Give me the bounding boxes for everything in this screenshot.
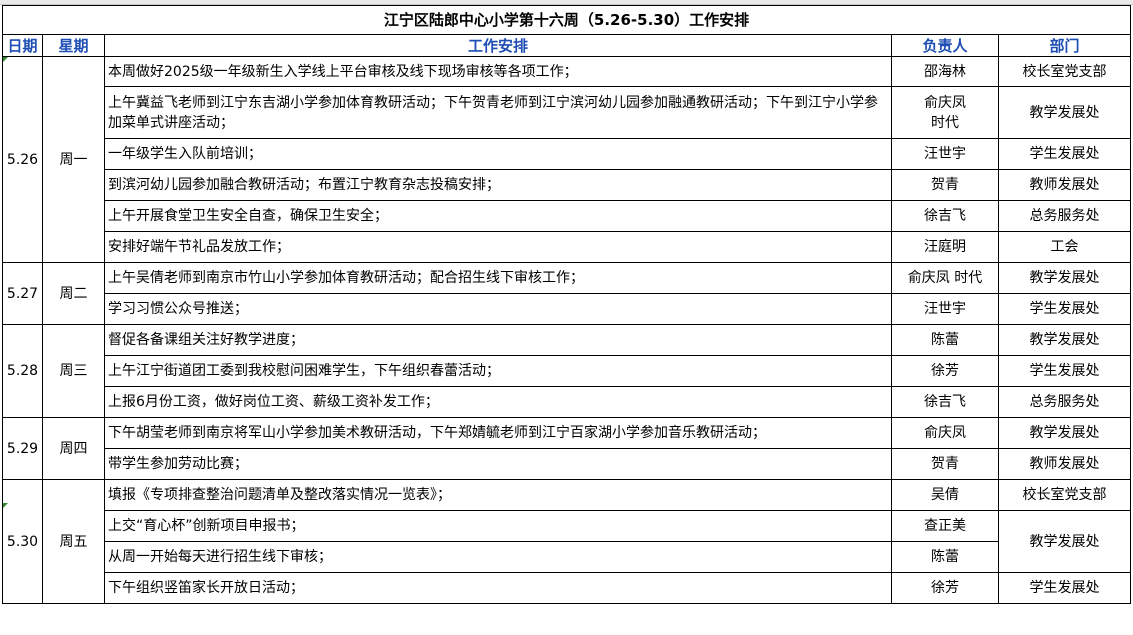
dept-cell[interactable]: 学生发展处 — [997, 572, 1132, 604]
table-row: 5.26 周一 本周做好2025级一年级新生入学线上平台审核及线下现场审核等各项… — [2, 56, 1132, 263]
table-row: 上午冀益飞老师到江宁东吉湖小学参加体育教研活动；下午贺青老师到江宁滨河幼儿园参加… — [3, 86, 1132, 139]
dept-cell[interactable]: 教学发展处 — [997, 86, 1132, 139]
table-row: 5.30 周五 填报《专项排查整治问题清单及整改落实情况一览表》； 吴倩 校长室… — [2, 479, 1132, 604]
dept-cell[interactable]: 教学发展处 — [997, 262, 1132, 294]
header-owner[interactable]: 负责人 — [891, 34, 999, 57]
cell-marker-icon — [3, 57, 8, 62]
dept-cell[interactable]: 总务服务处 — [997, 386, 1132, 418]
dept-cell[interactable]: 教学发展处 — [997, 510, 1132, 573]
task-cell[interactable]: 上午吴倩老师到南京市竹山小学参加体育教研活动；配合招生线下审核工作； — [104, 262, 892, 294]
task-cell[interactable]: 上交“育心杯”创新项目申报书； — [104, 510, 892, 542]
table-row: 学习习惯公众号推送； 汪世宇 学生发展处 — [3, 293, 1132, 325]
schedule-table: 江宁区陆郎中心小学第十六周（5.26-5.30）工作安排 日期 星期 工作安排 … — [1, 5, 1132, 604]
owner-cell[interactable]: 汪世宇 — [891, 138, 999, 170]
owner-cell[interactable]: 徐吉飞 — [891, 200, 999, 232]
owner-cell[interactable]: 陈蕾 — [891, 324, 999, 356]
table-row: 下午组织竖笛家长开放日活动； 徐芳 学生发展处 — [3, 572, 1132, 604]
owner-cell[interactable]: 俞庆凤 时代 — [891, 262, 999, 294]
task-cell[interactable]: 下午胡莹老师到南京将军山小学参加美术教研活动，下午郑婧毓老师到江宁百家湖小学参加… — [104, 417, 892, 449]
dept-cell[interactable]: 学生发展处 — [997, 355, 1132, 387]
dept-cell[interactable]: 校长室党支部 — [997, 479, 1132, 511]
owner-cell[interactable]: 查正美 — [891, 510, 999, 542]
task-cell[interactable]: 安排好端午节礼品发放工作； — [104, 231, 892, 263]
table-row: 5.29 周四 下午胡莹老师到南京将军山小学参加美术教研活动，下午郑婧毓老师到江… — [2, 417, 1132, 480]
weekday-cell[interactable]: 周四 — [42, 417, 105, 480]
sheet-title[interactable]: 江宁区陆郎中心小学第十六周（5.26-5.30）工作安排 — [1, 5, 1132, 35]
table-row: 从周一开始每天进行招生线下审核； 陈蕾 — [3, 541, 1131, 573]
task-cell[interactable]: 带学生参加劳动比赛； — [104, 448, 892, 480]
table-row: 上报6月份工资，做好岗位工资、薪级工资补发工作； 徐吉飞 总务服务处 — [3, 386, 1132, 418]
date-cell[interactable]: 5.26 — [2, 56, 43, 263]
header-weekday[interactable]: 星期 — [42, 34, 105, 57]
table-row: 上午江宁街道团工委到我校慰问困难学生，下午组织春蕾活动； 徐芳 学生发展处 — [3, 355, 1132, 387]
task-cell[interactable]: 上午江宁街道团工委到我校慰问困难学生，下午组织春蕾活动； — [104, 355, 892, 387]
dept-cell[interactable]: 校长室党支部 — [997, 56, 1132, 87]
task-cell[interactable]: 一年级学生入队前培训； — [104, 138, 892, 170]
date-cell[interactable]: 5.30 — [2, 479, 43, 604]
owner-cell[interactable]: 汪庭明 — [891, 231, 999, 263]
task-cell[interactable]: 上午冀益飞老师到江宁东吉湖小学参加体育教研活动；下午贺青老师到江宁滨河幼儿园参加… — [104, 86, 892, 139]
task-cell[interactable]: 上午开展食堂卫生安全自查，确保卫生安全； — [104, 200, 892, 232]
dept-cell[interactable]: 教学发展处 — [997, 324, 1132, 356]
dept-cell[interactable]: 教师发展处 — [997, 448, 1132, 480]
owner-cell[interactable]: 徐芳 — [891, 355, 999, 387]
cell-marker-icon — [3, 503, 8, 508]
date-cell[interactable]: 5.29 — [2, 417, 43, 480]
dept-cell[interactable]: 学生发展处 — [997, 138, 1132, 170]
table-row: 安排好端午节礼品发放工作； 汪庭明 工会 — [3, 231, 1132, 263]
owner-cell[interactable]: 陈蕾 — [891, 541, 999, 573]
header-task[interactable]: 工作安排 — [104, 34, 892, 57]
owner-cell[interactable]: 徐吉飞 — [891, 386, 999, 418]
task-cell[interactable]: 督促各备课组关注好教学进度； — [104, 324, 892, 356]
spreadsheet: 江宁区陆郎中心小学第十六周（5.26-5.30）工作安排 日期 星期 工作安排 … — [0, 0, 1133, 635]
owner-cell[interactable]: 贺青 — [891, 169, 999, 201]
owner-cell[interactable]: 吴倩 — [891, 479, 999, 511]
dept-cell[interactable]: 学生发展处 — [997, 293, 1132, 325]
dept-cell[interactable]: 总务服务处 — [997, 200, 1132, 232]
table-row: 5.28 周三 督促各备课组关注好教学进度； 陈蕾 教学发展处 — [2, 324, 1132, 418]
owner-cell[interactable]: 贺青 — [891, 448, 999, 480]
owner-cell[interactable]: 徐芳 — [891, 572, 999, 604]
task-cell[interactable]: 学习习惯公众号推送； — [104, 293, 892, 325]
weekday-cell[interactable]: 周一 — [42, 56, 105, 263]
dept-cell[interactable]: 教师发展处 — [997, 169, 1132, 201]
task-cell[interactable]: 本周做好2025级一年级新生入学线上平台审核及线下现场审核等各项工作； — [104, 56, 892, 87]
weekday-cell[interactable]: 周三 — [42, 324, 105, 418]
header-date[interactable]: 日期 — [2, 34, 43, 57]
weekday-cell[interactable]: 周五 — [42, 479, 105, 604]
table-row: 一年级学生入队前培训； 汪世宇 学生发展处 — [3, 138, 1132, 170]
table-row: 5.27 周二 上午吴倩老师到南京市竹山小学参加体育教研活动；配合招生线下审核工… — [2, 262, 1132, 325]
task-cell[interactable]: 下午组织竖笛家长开放日活动； — [104, 572, 892, 604]
dept-cell[interactable]: 工会 — [997, 231, 1132, 263]
weekday-cell[interactable]: 周二 — [42, 262, 105, 325]
owner-cell[interactable]: 汪世宇 — [891, 293, 999, 325]
table-row: 带学生参加劳动比赛； 贺青 教师发展处 — [3, 448, 1132, 480]
owner-cell[interactable]: 邵海林 — [891, 56, 999, 87]
table-row: 到滨河幼儿园参加融合教研活动；布置江宁教育杂志投稿安排； 贺青 教师发展处 — [3, 169, 1132, 201]
task-cell[interactable]: 从周一开始每天进行招生线下审核； — [104, 541, 892, 573]
task-cell[interactable]: 上报6月份工资，做好岗位工资、薪级工资补发工作； — [104, 386, 892, 418]
header-dept[interactable]: 部门 — [997, 34, 1132, 57]
date-cell[interactable]: 5.28 — [2, 324, 43, 418]
task-cell[interactable]: 到滨河幼儿园参加融合教研活动；布置江宁教育杂志投稿安排； — [104, 169, 892, 201]
date-cell[interactable]: 5.27 — [2, 262, 43, 325]
task-cell[interactable]: 填报《专项排查整治问题清单及整改落实情况一览表》； — [104, 479, 892, 511]
table-row: 上午开展食堂卫生安全自查，确保卫生安全； 徐吉飞 总务服务处 — [3, 200, 1132, 232]
owner-cell[interactable]: 俞庆凤 时代 — [891, 86, 999, 139]
table-row: 上交“育心杯”创新项目申报书； 查正美 教学发展处 — [3, 510, 1132, 573]
dept-cell[interactable]: 教学发展处 — [997, 417, 1132, 449]
owner-cell[interactable]: 俞庆凤 — [891, 417, 999, 449]
